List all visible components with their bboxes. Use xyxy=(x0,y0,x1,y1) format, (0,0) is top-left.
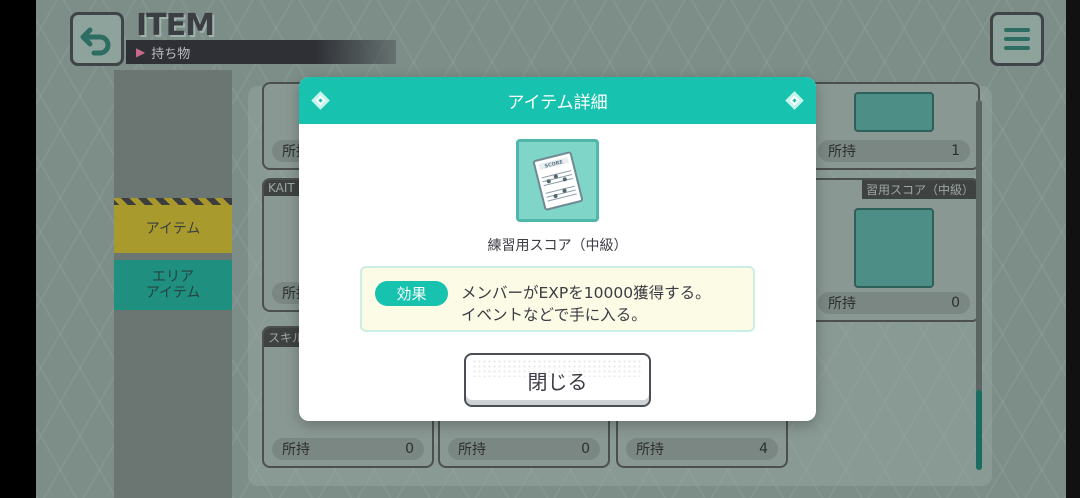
back-button[interactable] xyxy=(70,12,124,66)
score-sheet-icon: SCORE xyxy=(516,139,599,222)
page-subtitle-bar: ▶ 持ち物 xyxy=(126,40,396,64)
effect-line: メンバーがEXPを10000獲得する。 xyxy=(461,284,711,302)
item-thumbnail xyxy=(854,92,934,132)
owned-row: 所持 0 xyxy=(818,292,970,314)
triangle-icon: ▶ xyxy=(136,45,146,59)
dialog-title: アイテム詳細 xyxy=(507,93,608,113)
score-sheet-icon xyxy=(854,208,934,288)
page-subtitle: 持ち物 xyxy=(151,46,191,62)
diamond-icon xyxy=(785,91,804,110)
hamburger-icon xyxy=(1004,28,1030,32)
left-letterbox xyxy=(0,0,36,498)
close-button[interactable]: 閉じる xyxy=(464,353,651,407)
effect-line: イベントなどで手に入る。 xyxy=(461,306,647,324)
effect-box: 効果 メンバーがEXPを10000獲得する。 イベントなどで手に入る。 xyxy=(360,266,755,332)
owned-row: 所持 0 xyxy=(448,438,600,460)
tab-area-items[interactable]: エリア アイテム xyxy=(114,260,232,310)
item-name: 練習用スコア（中級） xyxy=(487,238,628,254)
dialog-header: アイテム詳細 xyxy=(299,77,816,124)
scrollbar-thumb[interactable] xyxy=(976,390,982,470)
tab-area-items-label: エリア アイテム xyxy=(145,269,201,301)
owned-row: 所持 4 xyxy=(626,438,778,460)
item-card[interactable]: 所持 1 xyxy=(808,82,980,170)
diamond-icon xyxy=(311,91,330,110)
owned-row: 所持 1 xyxy=(818,140,970,162)
effect-badge: 効果 xyxy=(375,281,448,306)
item-card[interactable]: 習用スコア（中級） 所持 0 xyxy=(808,178,980,322)
tab-items[interactable]: アイテム xyxy=(114,205,232,253)
owned-row: 所持 0 xyxy=(272,438,424,460)
item-detail-dialog: アイテム詳細 SCORE 練習用スコア（中級） 効果 メンバーがEXPを1000… xyxy=(299,77,816,421)
item-card-name: 習用スコア（中級） xyxy=(861,180,978,199)
item-card-name: KAIT xyxy=(264,180,299,196)
back-arrow-icon xyxy=(80,27,111,56)
menu-button[interactable] xyxy=(990,12,1044,66)
effect-description: メンバーがEXPを10000獲得する。 イベントなどで手に入る。 xyxy=(461,282,711,326)
close-button-label: 閉じる xyxy=(527,369,588,394)
right-letterbox xyxy=(1066,0,1080,498)
page-title: ITEM xyxy=(136,8,215,43)
